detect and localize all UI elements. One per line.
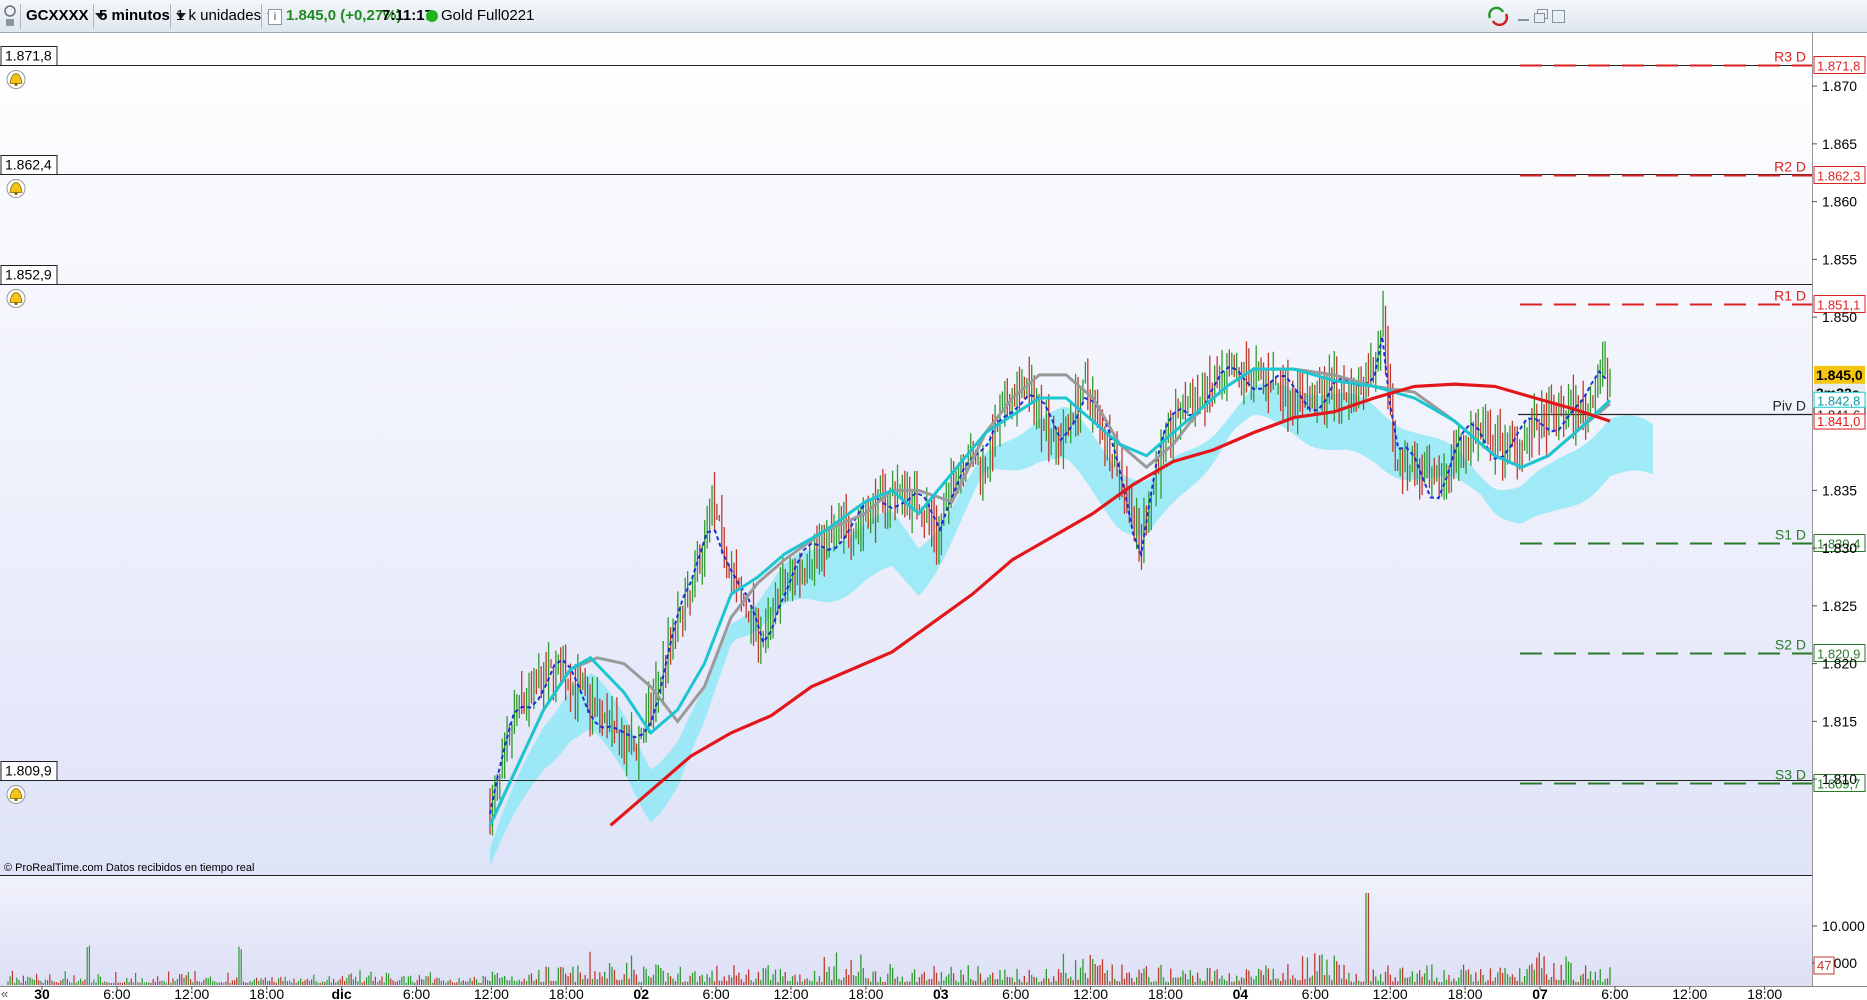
symbol-label: GCXXXX [26,7,89,24]
time-label: 03 [933,986,949,1000]
scroll-left-icon[interactable]: « [1,986,8,1000]
time-label: 07 [1532,986,1548,1000]
price-chart[interactable]: 1.871,8 1.862,4 1.852,9 1.809,9 R3 D 1.871,8… [0,33,1867,1000]
time-label: 6:00 [702,986,729,1000]
pivot-label: R1 D [1774,288,1806,304]
price-tick-label: 1.855 [1822,251,1857,267]
volume-pane-background [0,876,1812,986]
toolbar-divider [93,4,94,29]
time-label: 02 [633,986,649,1000]
info-icon[interactable]: i [268,9,282,25]
time-label: 6:00 [1302,986,1329,1000]
price-tick-label: 1.830 [1822,540,1857,556]
pivot-label: R3 D [1774,49,1806,65]
volume-current: 47 [1817,958,1831,973]
bell-icon[interactable] [6,179,26,198]
time-label: 6:00 [1601,986,1628,1000]
price-tick-label: 1.850 [1822,309,1857,325]
source-note: © ProRealTime.com Datos recibidos en tie… [4,862,254,874]
time-label: 12:00 [1073,986,1108,1000]
time-label: 18:00 [549,986,584,1000]
chart-toolbar: GCXXXX 5 minutos 1 k unidades i 1.845,0 … [0,0,1867,33]
time-label: 18:00 [1448,986,1483,1000]
price-tick-label: 1.860 [1822,194,1857,210]
price-tick-label: 1.810 [1822,771,1857,787]
price-tick-label: 1.815 [1822,713,1857,729]
pivot-value: 1.862,3 [1817,169,1860,184]
price-pane-background [0,33,1812,875]
time-label: 30 [34,986,50,1000]
price-tick-label: 1.870 [1822,78,1857,94]
time-label: 12:00 [474,986,509,1000]
time-label: 12:00 [174,986,209,1000]
timeframe-selector[interactable]: 5 minutos [99,4,186,28]
price-tick-label: 1.820 [1822,656,1857,672]
volume-tick-label: 10.000 [1822,918,1865,934]
time-label: 6:00 [403,986,430,1000]
alert-level-label: 1.809,9 [5,763,52,779]
pivot-label: S1 D [1775,527,1806,543]
time-label: 18:00 [1148,986,1183,1000]
alert-level-label: 1.862,4 [5,157,52,173]
time-label: dic [331,986,351,1000]
toolbar-divider [261,4,262,29]
alert-level-label: 1.852,9 [5,267,52,283]
time-label: 18:00 [1747,986,1782,1000]
instrument-name: Gold Full0221 [441,7,535,24]
alert-level-label: 1.871,8 [5,48,52,64]
time-label: 18:00 [249,986,284,1000]
time-label: 6:00 [103,986,130,1000]
time-label: 12:00 [773,986,808,1000]
toolbar-divider [170,4,171,29]
pivot-label: S3 D [1775,767,1806,783]
bell-icon[interactable] [6,289,26,308]
time-label: 18:00 [848,986,883,1000]
time-label: 04 [1233,986,1249,1000]
pivot-label: R2 D [1774,159,1806,175]
units-label: 1 k unidades [176,7,262,24]
toolbar-divider [20,4,21,29]
red-value: 1.841,0 [1817,414,1860,429]
minimize-icon[interactable] [1515,7,1533,25]
bell-icon[interactable] [6,70,26,89]
time-label: 12:00 [1373,986,1408,1000]
pivot-value: 1.871,8 [1817,59,1860,74]
restore-icon[interactable] [1532,7,1550,25]
cyan-value: 1.842,8 [1817,393,1860,408]
price-tick-label: 1.825 [1822,598,1857,614]
sync-icon[interactable] [1487,6,1509,26]
bell-icon[interactable] [6,785,26,804]
timeframe-label: 5 minutos [99,7,170,24]
pivot-label: Piv D [1773,398,1806,414]
time-label: 12:00 [1672,986,1707,1000]
current-price: 1.845,0 [1816,367,1863,383]
pivot-label: S2 D [1775,637,1806,653]
drag-handle-icon[interactable] [2,5,18,27]
price-tick-label: 1.835 [1822,482,1857,498]
status-dot-icon [426,10,438,22]
price-tick-label: 1.865 [1822,136,1857,152]
close-icon[interactable] [1549,7,1567,25]
time-label: 6:00 [1002,986,1029,1000]
